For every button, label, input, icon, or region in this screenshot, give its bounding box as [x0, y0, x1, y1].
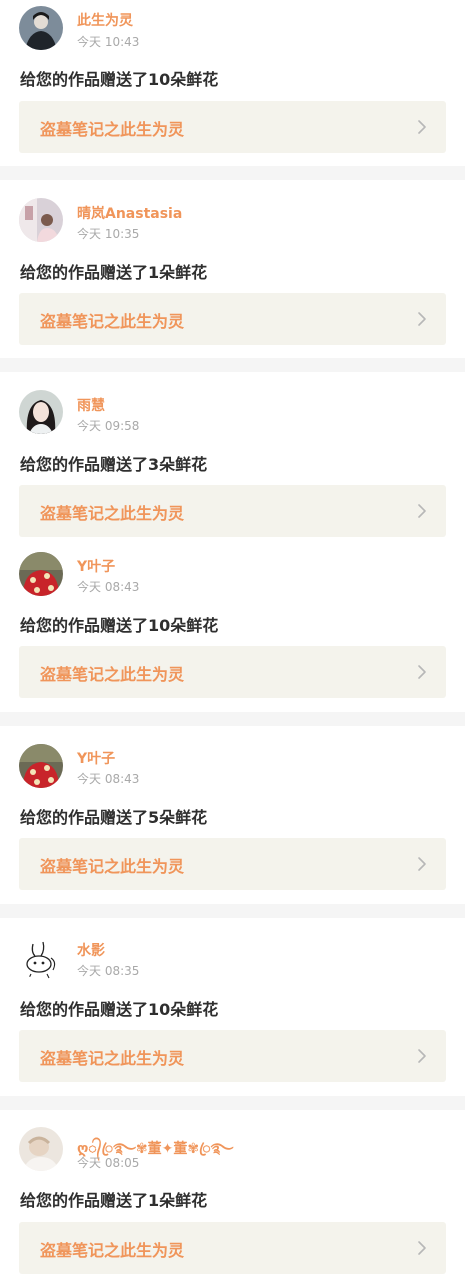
timestamp: 今天 08:05 [77, 1156, 140, 1170]
work-link[interactable]: 盗墓笔记之此生为灵 [19, 485, 446, 537]
work-link[interactable]: 盗墓笔记之此生为灵 [19, 101, 446, 153]
username[interactable]: Y叶子 [77, 748, 115, 768]
gift-message: 给您的作品赠送了1朵鲜花 [20, 263, 208, 282]
chevron-right-icon [418, 857, 426, 871]
notification-card: 此生为灵 今天 10:43 给您的作品赠送了10朵鲜花 盗墓笔记之此生为灵 [0, 0, 465, 166]
timestamp: 今天 09:58 [77, 419, 140, 433]
room-photo-avatar-icon [19, 198, 63, 242]
chevron-right-icon [418, 120, 426, 134]
soft-photo-avatar-icon [19, 1127, 63, 1171]
work-title: 盗墓笔记之此生为灵 [40, 1049, 185, 1068]
timestamp: 今天 10:35 [77, 227, 140, 241]
avatar[interactable] [19, 6, 63, 50]
avatar[interactable] [19, 198, 63, 242]
work-title: 盗墓笔记之此生为灵 [40, 504, 185, 523]
separator [0, 1096, 465, 1110]
username[interactable]: 雨慧 [77, 395, 105, 415]
chevron-right-icon [418, 665, 426, 679]
gift-message: 给您的作品赠送了10朵鲜花 [20, 70, 219, 89]
timestamp: 今天 08:43 [77, 580, 140, 594]
girl-portrait-avatar-icon [19, 390, 63, 434]
work-title: 盗墓笔记之此生为灵 [40, 665, 185, 684]
notification-card: 水影 今天 08:35 给您的作品赠送了10朵鲜花 盗墓笔记之此生为灵 [0, 918, 465, 1096]
red-polka-avatar-icon [19, 744, 63, 788]
username[interactable]: 晴岚Anastasia [77, 203, 182, 223]
notification-card: 雨慧 今天 09:58 给您的作品赠送了3朵鲜花 盗墓笔记之此生为灵 [0, 372, 465, 542]
notification-card: Y叶子 今天 08:43 给您的作品赠送了5朵鲜花 盗墓笔记之此生为灵 [0, 726, 465, 904]
work-title: 盗墓笔记之此生为灵 [40, 857, 185, 876]
work-title: 盗墓笔记之此生为灵 [40, 120, 185, 139]
work-title: 盗墓笔记之此生为灵 [40, 312, 185, 331]
sketch-bunny-avatar-icon [19, 936, 63, 980]
gift-message: 给您的作品赠送了5朵鲜花 [20, 808, 208, 827]
avatar[interactable] [19, 390, 63, 434]
gift-message: 给您的作品赠送了10朵鲜花 [20, 616, 219, 635]
separator [0, 166, 465, 180]
separator [0, 904, 465, 918]
work-link[interactable]: 盗墓笔记之此生为灵 [19, 293, 446, 345]
gift-message: 给您的作品赠送了1朵鲜花 [20, 1191, 208, 1210]
work-link[interactable]: 盗墓笔记之此生为灵 [19, 646, 446, 698]
notification-card: ღ᭄ꦿ࿐✾董✦董✾ꦿ࿐ 今天 08:05 给您的作品赠送了1朵鲜花 盗墓笔记之此… [0, 1110, 465, 1280]
dark-portrait-avatar-icon [19, 6, 63, 50]
username[interactable]: 水影 [77, 940, 105, 960]
gift-message: 给您的作品赠送了10朵鲜花 [20, 1000, 219, 1019]
timestamp: 今天 08:43 [77, 772, 140, 786]
username[interactable]: 此生为灵 [77, 10, 133, 30]
chevron-right-icon [418, 312, 426, 326]
separator [0, 712, 465, 726]
avatar[interactable] [19, 1127, 63, 1171]
work-title: 盗墓笔记之此生为灵 [40, 1241, 185, 1260]
chevron-right-icon [418, 504, 426, 518]
chevron-right-icon [418, 1049, 426, 1063]
notification-card: 晴岚Anastasia 今天 10:35 给您的作品赠送了1朵鲜花 盗墓笔记之此… [0, 180, 465, 358]
work-link[interactable]: 盗墓笔记之此生为灵 [19, 1030, 446, 1082]
notification-card: Y叶子 今天 08:43 给您的作品赠送了10朵鲜花 盗墓笔记之此生为灵 [0, 542, 465, 712]
avatar[interactable] [19, 936, 63, 980]
username[interactable]: Y叶子 [77, 556, 115, 576]
chevron-right-icon [418, 1241, 426, 1255]
timestamp: 今天 08:35 [77, 964, 140, 978]
red-polka-avatar-icon [19, 552, 63, 596]
avatar[interactable] [19, 744, 63, 788]
gift-message: 给您的作品赠送了3朵鲜花 [20, 455, 208, 474]
work-link[interactable]: 盗墓笔记之此生为灵 [19, 1222, 446, 1274]
timestamp: 今天 10:43 [77, 35, 140, 49]
avatar[interactable] [19, 552, 63, 596]
work-link[interactable]: 盗墓笔记之此生为灵 [19, 838, 446, 890]
separator [0, 358, 465, 372]
